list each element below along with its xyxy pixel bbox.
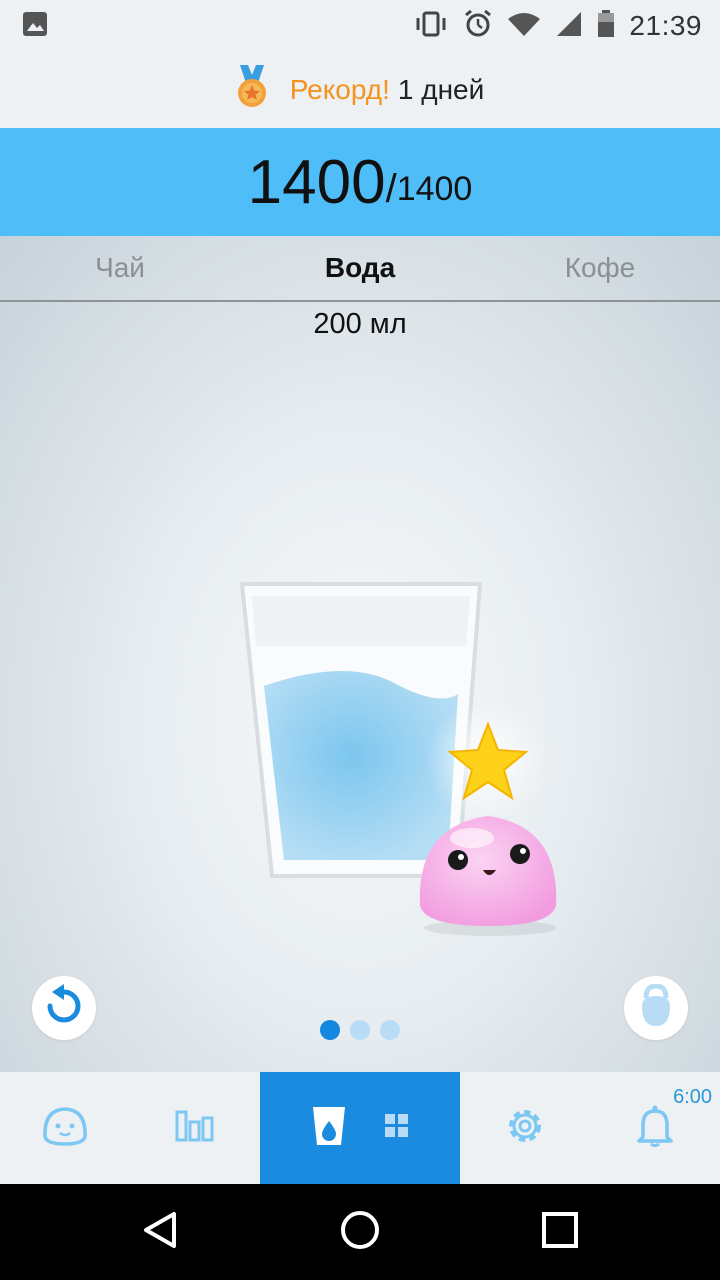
drink-icon	[311, 1105, 347, 1152]
back-button[interactable]	[120, 1192, 200, 1272]
record-label: Рекорд!	[289, 74, 390, 105]
home-button[interactable]	[320, 1192, 400, 1272]
alarm-icon	[463, 9, 493, 44]
record-bar: Рекорд! 1 дней	[0, 52, 720, 128]
tab-tea[interactable]: Чай	[0, 252, 240, 284]
recents-icon	[541, 1211, 579, 1254]
page-dot[interactable]	[320, 1020, 340, 1040]
image-icon	[22, 11, 48, 42]
mascot-icon	[42, 1106, 88, 1151]
nav-stats[interactable]	[130, 1072, 260, 1184]
goal-banner: 1400 / 1400	[0, 128, 720, 236]
signal-icon	[555, 10, 583, 43]
page-dot[interactable]	[380, 1020, 400, 1040]
goal-current: 1400	[247, 147, 386, 217]
page-indicator	[0, 1020, 720, 1040]
water-glass-illustration[interactable]	[230, 576, 560, 951]
bottom-nav: 6:00	[0, 1072, 720, 1184]
stats-icon	[174, 1108, 216, 1149]
medal-icon	[236, 64, 268, 116]
wifi-icon	[507, 11, 541, 42]
nav-settings[interactable]	[460, 1072, 590, 1184]
nav-drink[interactable]	[260, 1072, 460, 1184]
nav-mascot[interactable]	[0, 1072, 130, 1184]
battery-icon	[597, 9, 615, 43]
settings-icon	[504, 1105, 546, 1152]
main-area: Чай Вода Кофе 200 мл	[0, 236, 720, 1072]
tab-coffee[interactable]: Кофе	[480, 252, 720, 284]
recents-button[interactable]	[520, 1192, 600, 1272]
volume-label: 200 мл	[313, 308, 407, 340]
bell-icon	[637, 1105, 673, 1152]
goal-separator: /	[385, 166, 397, 211]
reminder-time: 6:00	[673, 1086, 712, 1108]
nav-reminders[interactable]: 6:00	[590, 1072, 720, 1184]
home-icon	[339, 1209, 381, 1256]
grid-icon	[385, 1113, 409, 1143]
drink-tabs: Чай Вода Кофе	[0, 236, 720, 302]
page-dot[interactable]	[350, 1020, 370, 1040]
status-bar: 21:39	[0, 0, 720, 52]
back-icon	[140, 1210, 180, 1255]
record-value: 1 дней	[397, 74, 485, 105]
goal-total: 1400	[396, 169, 473, 208]
vibrate-icon	[413, 11, 449, 42]
status-time: 21:39	[629, 10, 702, 41]
tab-water[interactable]: Вода	[240, 252, 480, 284]
system-nav-bar	[0, 1184, 720, 1280]
